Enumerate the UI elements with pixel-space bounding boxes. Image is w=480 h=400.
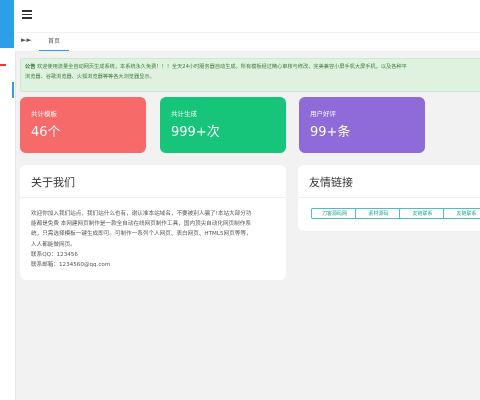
links-title: 友情链接 [309,176,353,189]
stat-card-generated: 共计生成 999+次 [160,97,286,153]
about-title: 关于我们 [31,176,75,189]
notice-text-2: 浏览器、谷歌浏览器、火狐浏览器等等各大浏览器显示。 [25,74,155,80]
link-button-daoke[interactable]: 刀客源码网 [311,208,358,219]
contact-qq: 联系QQ：123456 [31,251,78,258]
links-divider [298,197,480,198]
tab-bar: ►► 首页 [15,33,480,52]
contact-email: 联系邮箱：1234560@qq.com [31,262,111,269]
stat-value: 99+条 [310,125,351,140]
notice-prefix: 公告 [25,64,36,70]
stat-card-templates: 共计模板 46个 [20,97,146,153]
sidebar [0,0,16,400]
about-divider [20,197,286,198]
stat-label: 共计模板 [31,110,57,118]
about-line: 统，只需选择模板一键生成即可。可制作一系列个人网页、表白网页、HTML5网页等等… [31,231,252,238]
sidebar-logo[interactable] [0,0,14,48]
link-button-contact-2[interactable]: 友链联系 [443,208,480,219]
stat-label: 共计生成 [171,110,197,118]
stat-value: 46个 [31,125,61,140]
link-button-sucai[interactable]: 素材源码 [355,208,402,219]
tab-home[interactable]: 首页 [39,33,70,51]
about-text: 欢迎你加入我们站点，我们站什么也有，谢认准本站域名，不要被别人骗了!本站大部分功… [31,209,281,270]
notice-line-1: 公告 欢迎使用流量全自动网页生成系统，本系统永久免费！！！全天24小时服务器自动… [25,62,480,72]
tab-scroll-left-icon[interactable]: ►► [21,36,32,44]
about-line: 欢迎你加入我们站点，我们站什么也有，谢认准本站域名，不要被别人骗了!本站大部分功 [31,211,252,217]
about-line: 人人都能做网页。 [31,241,76,248]
about-panel: 关于我们 欢迎你加入我们站点，我们站什么也有，谢认准本站域名，不要被别人骗了!本… [20,165,286,280]
sidebar-active-indicator [12,82,14,98]
notice-text-1: 欢迎使用流量全自动网页生成系统，本系统永久免费！！！全天24小时服务器自动生成，… [37,64,407,70]
stat-card-reviews: 用户好评 99+条 [299,97,425,153]
sidebar-accent [0,64,6,66]
notice-banner: 公告 欢迎使用流量全自动网页生成系统，本系统永久免费！！！全天24小时服务器自动… [20,58,480,92]
stat-value: 999+次 [171,125,220,140]
about-line: 能都是免费 本网建网页制作是一款全自动在线网页制作工具，国内顶尖自动化网页制作系 [31,221,251,228]
link-button-contact[interactable]: 友链联系 [399,208,446,219]
friend-links-panel: 友情链接 刀客源码网 素材源码 友链联系 友链联系 [298,165,480,231]
stat-label: 用户好评 [310,110,336,118]
menu-toggle-icon[interactable] [22,10,32,19]
top-header [15,0,480,33]
